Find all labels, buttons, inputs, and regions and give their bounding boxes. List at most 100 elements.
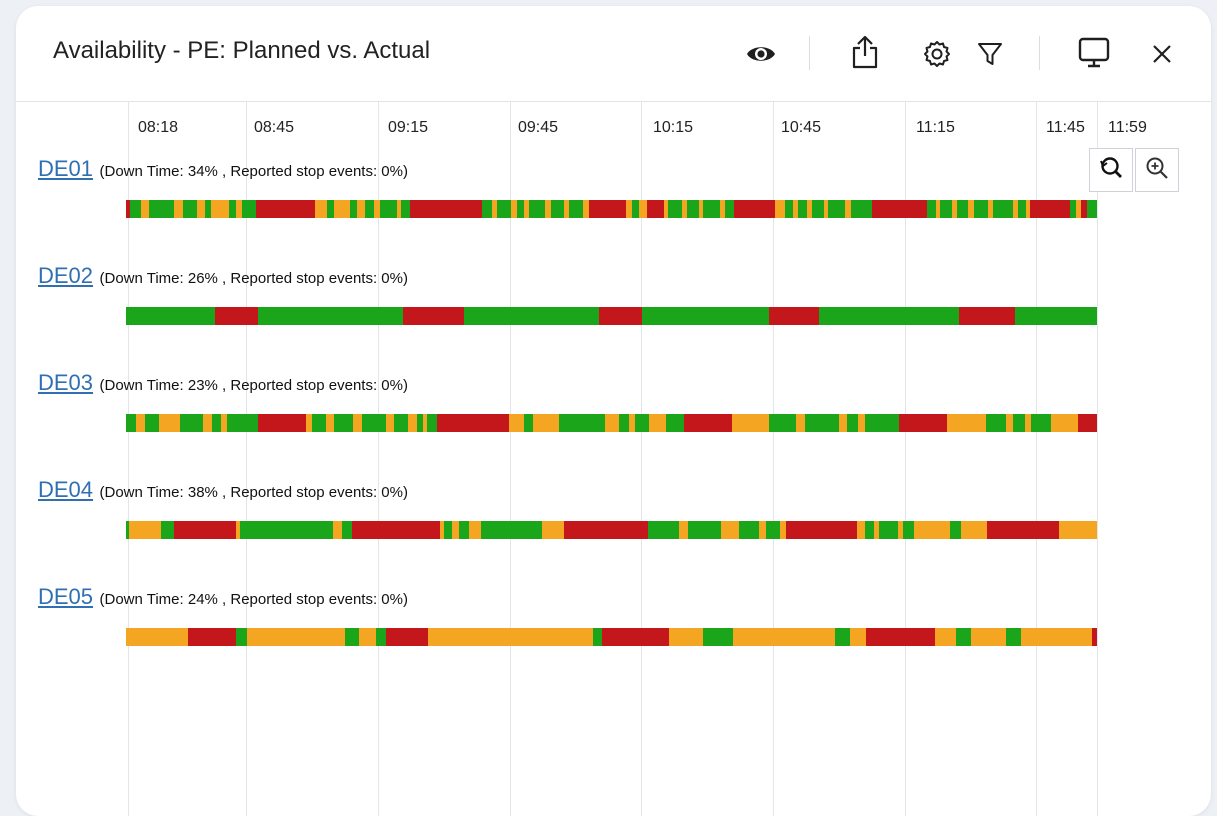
timeline-segment-running[interactable] [344, 628, 360, 646]
timeline-segment-running[interactable] [865, 414, 899, 432]
machine-link-de05[interactable]: DE05 [38, 584, 93, 609]
timeline-segment-running[interactable] [551, 200, 565, 218]
timeline-segment-partial[interactable] [1050, 414, 1078, 432]
timeline-segment-partial[interactable] [648, 414, 666, 432]
timeline-segment-running[interactable] [850, 200, 872, 218]
timeline-segment-partial[interactable] [758, 521, 766, 539]
timeline-segment-partial[interactable] [796, 414, 805, 432]
timeline-segment-running[interactable] [1012, 414, 1026, 432]
timeline-segment-running[interactable] [182, 200, 197, 218]
timeline-segment-running[interactable] [702, 628, 733, 646]
timeline-segment-running[interactable] [334, 414, 353, 432]
timeline-segment-running[interactable] [846, 414, 859, 432]
timeline-segment-partial[interactable] [542, 521, 565, 539]
timeline-segment-partial[interactable] [386, 414, 394, 432]
timeline-segment-running[interactable] [401, 200, 411, 218]
timeline-segment-running[interactable] [769, 414, 797, 432]
timeline-segment-running[interactable] [828, 200, 845, 218]
timeline-segment-running[interactable] [342, 521, 353, 539]
timeline-segment-partial[interactable] [960, 521, 987, 539]
timeline-segment-running[interactable] [812, 200, 825, 218]
timeline-segment-running[interactable] [819, 307, 960, 325]
timeline-segment-running[interactable] [926, 200, 936, 218]
timeline-segment-running[interactable] [1006, 628, 1021, 646]
timeline-segment-running[interactable] [784, 200, 793, 218]
timeline-segment-running[interactable] [1017, 200, 1026, 218]
timeline-segment-running[interactable] [765, 521, 781, 539]
timeline-segment-partial[interactable] [679, 521, 689, 539]
timeline-segment-down[interactable] [871, 200, 927, 218]
timeline-segment-running[interactable] [688, 521, 721, 539]
timeline-segment-down[interactable] [188, 628, 237, 646]
timeline-segment-down[interactable] [959, 307, 1016, 325]
timeline-segment-partial[interactable] [141, 200, 150, 218]
timeline-segment-running[interactable] [427, 414, 437, 432]
timeline-segment-partial[interactable] [352, 414, 363, 432]
timeline-segment-running[interactable] [160, 521, 174, 539]
timeline-segment-running[interactable] [240, 521, 334, 539]
filter-icon[interactable] [972, 36, 1008, 72]
timeline-segment-running[interactable] [956, 628, 971, 646]
timeline-segment-partial[interactable] [128, 521, 161, 539]
timeline-segment-partial[interactable] [856, 521, 865, 539]
timeline-segment-running[interactable] [327, 200, 335, 218]
timeline-segment-down[interactable] [410, 200, 483, 218]
timeline-segment-partial[interactable] [159, 414, 181, 432]
timeline-segment-running[interactable] [939, 200, 952, 218]
timeline-segment-running[interactable] [668, 200, 682, 218]
timeline-segment-partial[interactable] [970, 628, 1007, 646]
timeline-segment-down[interactable] [602, 628, 669, 646]
timeline-segment-running[interactable] [631, 200, 640, 218]
timeline-segment-running[interactable] [725, 200, 735, 218]
timeline-segment-down[interactable] [1029, 200, 1071, 218]
timeline-segment-running[interactable] [1015, 307, 1097, 325]
timeline-segment-down[interactable] [598, 307, 642, 325]
timeline-segment-running[interactable] [463, 307, 599, 325]
timeline-segment-running[interactable] [349, 200, 357, 218]
timeline-segment-running[interactable] [665, 414, 685, 432]
machine-link-de01[interactable]: DE01 [38, 156, 93, 181]
timeline-segment-running[interactable] [180, 414, 204, 432]
timeline-segment-partial[interactable] [359, 628, 376, 646]
timeline-segment-partial[interactable] [334, 200, 350, 218]
timeline-segment-running[interactable] [312, 414, 326, 432]
timeline-segment-partial[interactable] [850, 628, 866, 646]
timeline-segment-running[interactable] [635, 414, 649, 432]
timeline-segment-running[interactable] [211, 414, 222, 432]
timeline-segment-running[interactable] [985, 414, 1006, 432]
timeline-segment-running[interactable] [956, 200, 968, 218]
timeline-segment-running[interactable] [835, 628, 850, 646]
timeline-segment-down[interactable] [786, 521, 857, 539]
timeline-segment-partial[interactable] [333, 521, 343, 539]
timeline-segment-running[interactable] [126, 414, 137, 432]
timeline-segment-running[interactable] [903, 521, 915, 539]
timeline-segment-running[interactable] [459, 521, 470, 539]
timeline-segment-down[interactable] [768, 307, 820, 325]
timeline-segment-running[interactable] [126, 307, 216, 325]
timeline-segment-running[interactable] [380, 200, 398, 218]
timeline-segment-down[interactable] [589, 200, 626, 218]
timeline-segment-down[interactable] [402, 307, 464, 325]
timeline-segment-running[interactable] [229, 200, 237, 218]
timeline-segment-partial[interactable] [173, 200, 183, 218]
timeline-segment-partial[interactable] [325, 414, 335, 432]
timeline-segment-partial[interactable] [839, 414, 847, 432]
close-icon[interactable] [1144, 36, 1180, 72]
timeline-segment-running[interactable] [258, 307, 403, 325]
timeline-segment-running[interactable] [558, 414, 605, 432]
timeline-segment-partial[interactable] [452, 521, 460, 539]
timeline-segment-running[interactable] [497, 200, 511, 218]
timeline-segment-running[interactable] [1030, 414, 1051, 432]
timeline-segment-running[interactable] [974, 200, 989, 218]
timeline-segment-running[interactable] [528, 200, 545, 218]
timeline-segment-down[interactable] [865, 628, 935, 646]
timeline-segment-partial[interactable] [934, 628, 957, 646]
timeline-segment-partial[interactable] [136, 414, 145, 432]
timeline-segment-down[interactable] [986, 521, 1060, 539]
timeline-segment-running[interactable] [444, 521, 453, 539]
timeline-segment-down[interactable] [734, 200, 775, 218]
timeline-segment-running[interactable] [569, 200, 584, 218]
timeline-segment-running[interactable] [362, 414, 387, 432]
zoom-reset-button[interactable] [1089, 148, 1133, 192]
monitor-icon[interactable] [1076, 35, 1112, 71]
